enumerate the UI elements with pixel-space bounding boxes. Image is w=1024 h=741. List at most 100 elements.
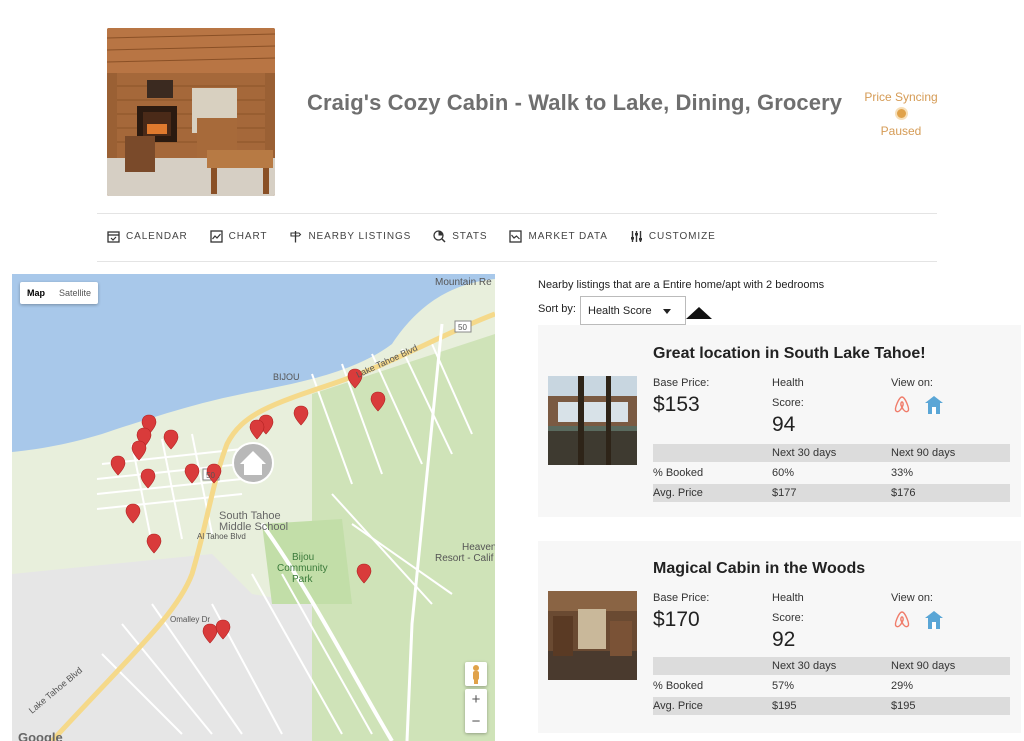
avg-price-row: Avg. Price $177 $176 — [653, 484, 1010, 502]
divider — [97, 261, 937, 262]
zoom-in-button[interactable]: + — [465, 689, 487, 711]
map-label: 50 — [458, 323, 467, 332]
stats-icon — [433, 230, 446, 243]
map-label: Al Tahoe Blvd — [197, 532, 246, 541]
map-label: Heaven — [462, 542, 495, 553]
tab-chart[interactable]: CHART — [210, 230, 268, 243]
airbnb-icon[interactable] — [891, 609, 913, 631]
chart-icon — [210, 230, 223, 243]
booked-30: 60% — [772, 467, 795, 479]
price-sync-status[interactable]: Price Syncing Paused — [858, 90, 944, 138]
airbnb-icon[interactable] — [891, 394, 913, 416]
street-view-icon[interactable] — [465, 662, 487, 686]
col-90-header: Next 90 days — [891, 447, 956, 459]
health-label: Health — [772, 377, 804, 389]
tab-calendar-label: CALENDAR — [126, 231, 188, 242]
stats-header-row: Next 30 days Next 90 days — [653, 444, 1010, 462]
booked-label: % Booked — [653, 680, 704, 692]
map-label: 50 — [206, 471, 215, 480]
base-price-value: $170 — [653, 608, 700, 631]
base-price-label: Base Price: — [653, 377, 710, 389]
map-zoom-control: + − — [465, 689, 487, 733]
map-label: Mountain Re — [435, 277, 492, 288]
tab-customize-label: CUSTOMIZE — [648, 231, 716, 242]
nearby-description: Nearby listings that are a Entire home/a… — [538, 279, 825, 291]
sort-label: Sort by: — [538, 303, 576, 315]
base-price-value: $153 — [653, 393, 700, 416]
sort-direction-icon[interactable] — [686, 307, 712, 319]
chevron-down-icon — [663, 309, 671, 314]
tab-market-data-label: MARKET DATA — [528, 231, 608, 242]
card-photo[interactable] — [548, 376, 637, 465]
booked-90: 33% — [891, 467, 914, 479]
card-photo[interactable] — [548, 591, 637, 680]
nearby-map[interactable]: Mountain Re BIJOU South Tahoe Middle Sch… — [12, 274, 495, 741]
tab-calendar[interactable]: CALENDAR — [107, 230, 188, 243]
booked-row: % Booked 60% 33% — [653, 464, 1010, 482]
map-label: Resort - Calif — [435, 553, 494, 564]
map-label: Park — [292, 574, 314, 585]
health-score-value: 92 — [772, 628, 796, 651]
tab-nearby-listings-label: NEARBY LISTINGS — [308, 231, 412, 242]
divider — [97, 213, 937, 214]
card-title[interactable]: Magical Cabin in the Woods — [653, 560, 865, 578]
market-icon — [509, 230, 523, 243]
listing-nav: CALENDAR CHART NEARBY LISTINGS STATS MAR… — [107, 230, 738, 243]
map-label: BIJOU — [273, 372, 300, 382]
avg-price-90: $195 — [891, 700, 916, 712]
health-label: Score: — [772, 612, 804, 624]
price-sync-state: Paused — [880, 124, 922, 138]
avg-price-label: Avg. Price — [653, 700, 703, 712]
homeaway-icon[interactable] — [923, 609, 945, 631]
calendar-icon — [107, 231, 120, 243]
booked-label: % Booked — [653, 467, 704, 479]
booked-row: % Booked 57% 29% — [653, 677, 1010, 695]
map-tab-map[interactable]: Map — [20, 282, 52, 304]
avg-price-90: $176 — [891, 487, 916, 499]
view-on-links — [891, 394, 945, 416]
price-sync-label: Price Syncing — [864, 90, 938, 104]
view-on-label: View on: — [891, 592, 933, 604]
homeaway-icon[interactable] — [923, 394, 945, 416]
avg-price-30: $177 — [772, 487, 797, 499]
map-label: Bijou — [292, 552, 314, 563]
google-logo: Google — [18, 730, 63, 741]
col-30-header: Next 30 days — [772, 447, 837, 459]
avg-price-30: $195 — [772, 700, 797, 712]
sliders-icon — [630, 231, 642, 242]
signpost-icon — [290, 231, 302, 243]
avg-price-label: Avg. Price — [653, 487, 703, 499]
home-listing-marker[interactable] — [232, 442, 274, 484]
sort-dropdown[interactable]: Health Score — [580, 296, 686, 325]
tab-customize[interactable]: CUSTOMIZE — [630, 230, 716, 243]
stats-header-row: Next 30 days Next 90 days — [653, 657, 1010, 675]
booked-30: 57% — [772, 680, 795, 692]
tab-chart-label: CHART — [228, 231, 268, 242]
listing-card[interactable]: Magical Cabin in the Woods Base Price: $… — [538, 541, 1021, 733]
col-90-header: Next 90 days — [891, 660, 956, 672]
health-label: Health — [772, 592, 804, 604]
col-30-header: Next 30 days — [772, 660, 837, 672]
tab-stats-label: STATS — [452, 231, 488, 242]
tab-market-data[interactable]: MARKET DATA — [509, 230, 607, 243]
listing-card[interactable]: Great location in South Lake Tahoe! Base… — [538, 325, 1021, 517]
card-title[interactable]: Great location in South Lake Tahoe! — [653, 345, 926, 363]
map-label: Omalley Dr — [170, 615, 210, 624]
listing-photo — [107, 28, 275, 196]
tab-nearby-listings[interactable]: NEARBY LISTINGS — [289, 230, 411, 243]
map-type-toggle: Map Satellite — [20, 282, 99, 304]
view-on-links — [891, 609, 945, 631]
sync-indicator-icon[interactable] — [894, 107, 908, 120]
map-tab-satellite[interactable]: Satellite — [52, 282, 98, 304]
health-label: Score: — [772, 397, 804, 409]
tab-stats[interactable]: STATS — [433, 230, 487, 243]
zoom-out-button[interactable]: − — [465, 711, 487, 733]
map-canvas[interactable]: Mountain Re BIJOU South Tahoe Middle Sch… — [12, 274, 495, 741]
map-label: Community — [277, 563, 328, 574]
view-on-label: View on: — [891, 377, 933, 389]
listing-title: Craig's Cozy Cabin - Walk to Lake, Dinin… — [307, 90, 843, 115]
avg-price-row: Avg. Price $195 $195 — [653, 697, 1010, 715]
booked-90: 29% — [891, 680, 914, 692]
base-price-label: Base Price: — [653, 592, 710, 604]
health-score-value: 94 — [772, 413, 796, 436]
